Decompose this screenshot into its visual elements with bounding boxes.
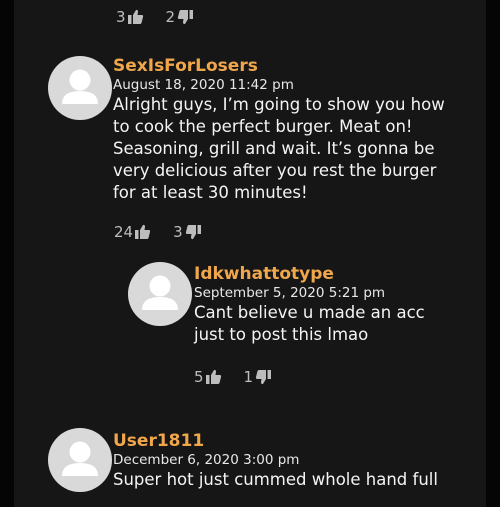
comment-line: for at least 30 minutes!	[113, 183, 308, 202]
downvote-button[interactable]: 3	[173, 223, 201, 241]
upvote-count: 5	[194, 368, 204, 386]
page: 3 2 SexIsForLosers August 18, 2020 11:42…	[0, 0, 500, 507]
upvote-button[interactable]: 24	[114, 223, 151, 241]
comment-username[interactable]: Idkwhattotype	[194, 264, 334, 284]
downvote-count: 2	[165, 8, 176, 26]
comment-line: Seasoning, grill and wait. It’s gonna be	[113, 139, 435, 158]
default-user-avatar-icon	[62, 69, 98, 104]
comment-line: Alright guys, I’m going to show you how	[113, 95, 445, 114]
upvote-button[interactable]: 5	[194, 368, 222, 386]
thumbs-up-icon	[205, 369, 222, 385]
default-user-avatar-icon	[62, 441, 98, 476]
thumbs-down-icon	[177, 9, 194, 25]
comment-username[interactable]: User1811	[113, 431, 204, 451]
thumbs-down-icon	[255, 369, 272, 385]
avatar[interactable]	[128, 262, 192, 326]
upvote-button[interactable]: 3	[116, 8, 144, 26]
downvote-button[interactable]: 2	[166, 8, 194, 26]
comment-vote-row: 24 3	[114, 223, 223, 241]
comment-date: September 5, 2020 5:21 pm	[194, 285, 386, 301]
comment-date: August 18, 2020 11:42 pm	[113, 77, 294, 93]
downvote-count: 3	[173, 223, 183, 241]
avatar[interactable]	[48, 56, 112, 120]
comment-body: Alright guys, I’m going to show you how …	[113, 94, 445, 204]
comment-line: Cant believe u made an acc	[194, 303, 425, 322]
default-user-avatar-icon	[142, 275, 178, 310]
upvote-count: 3	[116, 8, 126, 26]
avatar[interactable]	[48, 428, 112, 492]
thumbs-up-icon	[127, 9, 144, 25]
downvote-button[interactable]: 1	[244, 368, 272, 386]
vote-row-top: 3 2	[116, 8, 215, 26]
upvote-count: 24	[114, 223, 134, 241]
comment-body: Cant believe u made an acc just to post …	[194, 302, 425, 346]
comment-username[interactable]: SexIsForLosers	[113, 56, 258, 76]
comment-body: Super hot just cummed whole hand full	[113, 469, 438, 491]
thumbs-down-icon	[185, 224, 201, 240]
comment-line: very delicious after you rest the burger	[113, 161, 437, 180]
comment-date: December 6, 2020 3:00 pm	[113, 452, 300, 468]
comment-line: to cook the perfect burger. Meat on!	[113, 117, 413, 136]
comment-vote-row: 5 1	[194, 368, 293, 386]
comment-line: just to post this lmao	[194, 325, 369, 344]
thumbs-up-icon	[135, 224, 151, 240]
downvote-count: 1	[243, 368, 254, 386]
comment-line: Super hot just cummed whole hand full	[113, 470, 438, 489]
